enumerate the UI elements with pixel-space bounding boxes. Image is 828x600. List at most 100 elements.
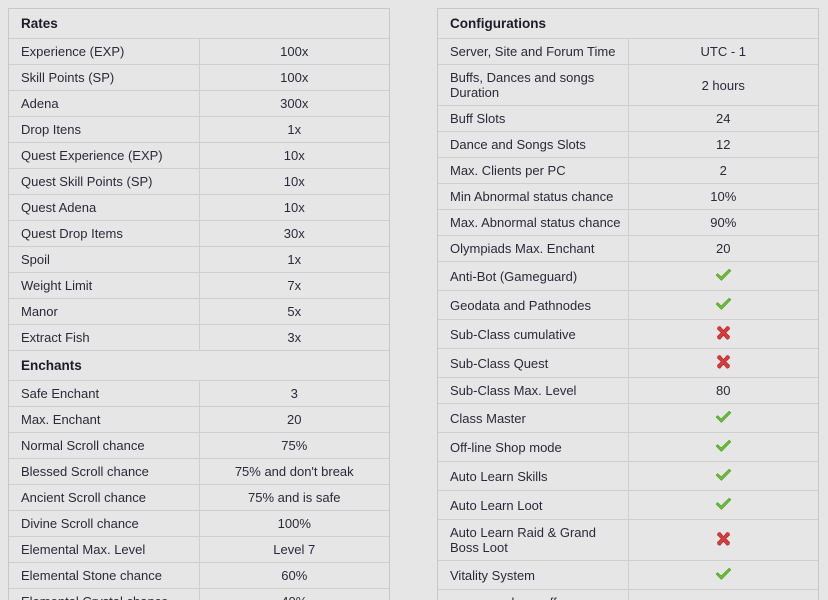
table-row: Divine Scroll chance 100%: [9, 510, 389, 537]
row-value: 2: [628, 157, 818, 184]
row-label: Quest Drop Items: [9, 220, 200, 247]
table-row: Elemental Max. Level Level 7: [9, 536, 389, 563]
row-value: 80: [628, 377, 818, 404]
row-value: 100x: [199, 38, 389, 65]
cross-icon: [714, 325, 732, 341]
row-value: 10%: [628, 183, 818, 210]
table-row: Server, Site and Forum Time UTC - 1: [438, 38, 818, 65]
row-label: Elemental Max. Level: [9, 536, 200, 563]
check-icon: [714, 267, 732, 283]
row-status-icon-cell: [628, 461, 818, 491]
row-label: Manor: [9, 298, 200, 325]
row-value: 60%: [199, 562, 389, 589]
row-label: Vitality System: [438, 560, 629, 590]
table-row: Vitality System: [438, 560, 818, 590]
row-value: 40%: [199, 588, 389, 600]
section-header-row: Enchants: [9, 350, 389, 381]
check-icon: [714, 496, 732, 512]
table-row: Buffs, Dances and songs Duration 2 hours: [438, 64, 818, 106]
table-row: Quest Experience (EXP) 10x: [9, 142, 389, 169]
table-row: Elemental Crystal chance40%: [9, 588, 389, 600]
row-value: 100x: [199, 64, 389, 91]
row-label: Spoil: [9, 246, 200, 273]
row-label: Blessed Scroll chance: [9, 458, 200, 485]
row-value: 20: [199, 406, 389, 433]
table-row: Sub-Class Max. Level 80: [438, 377, 818, 404]
row-status-icon-cell: [628, 490, 818, 520]
row-label: .expon and .expoff commands: [438, 589, 629, 600]
row-value: Level 7: [199, 536, 389, 563]
row-value: 12: [628, 131, 818, 158]
row-value: 20: [628, 235, 818, 262]
cross-icon: [714, 531, 732, 547]
row-value: UTC - 1: [628, 38, 818, 65]
row-status-icon-cell: [628, 261, 818, 291]
table-row: Sub-Class cumulative: [438, 319, 818, 349]
row-label: Sub-Class Quest: [438, 348, 629, 378]
row-value: 300x: [199, 90, 389, 117]
table-row: Max. Enchant 20: [9, 406, 389, 433]
row-status-icon-cell: [628, 589, 818, 600]
row-value: 1x: [199, 116, 389, 143]
row-status-icon-cell: [628, 432, 818, 462]
row-label: Elemental Stone chance: [9, 562, 200, 589]
row-value: 5x: [199, 298, 389, 325]
row-label: Experience (EXP): [9, 38, 200, 65]
row-status-icon-cell: [628, 290, 818, 320]
section-header-row: Rates: [9, 9, 389, 39]
row-label: Auto Learn Skills: [438, 461, 629, 491]
row-label: Max. Clients per PC: [438, 157, 629, 184]
table-row: .expon and .expoff commands: [438, 589, 818, 600]
row-status-icon-cell: [628, 519, 818, 561]
check-icon: [714, 409, 732, 425]
row-label: Anti-Bot (Gameguard): [438, 261, 629, 291]
row-status-icon-cell: [628, 348, 818, 378]
row-label: Ancient Scroll chance: [9, 484, 200, 511]
table-row: Safe Enchant 3: [9, 380, 389, 407]
row-label: Off-line Shop mode: [438, 432, 629, 462]
row-value: 3x: [199, 324, 389, 351]
table-row: Weight Limit 7x: [9, 272, 389, 299]
left-spec-table: Rates Experience (EXP) 100x Skill Points (S…: [9, 9, 389, 600]
row-label: Drop Itens: [9, 116, 200, 143]
row-label: Quest Adena: [9, 194, 200, 221]
table-row: Skill Points (SP) 100x: [9, 64, 389, 91]
row-label: Divine Scroll chance: [9, 510, 200, 537]
row-label: Elemental Crystal chance: [9, 588, 200, 600]
row-label: Auto Learn Raid & Grand Boss Loot: [438, 519, 629, 561]
check-icon: [714, 296, 732, 312]
row-label: Sub-Class Max. Level: [438, 377, 629, 404]
row-value: 10x: [199, 142, 389, 169]
row-label: Class Master: [438, 403, 629, 433]
table-row: Buff Slots 24: [438, 105, 818, 132]
table-row: Anti-Bot (Gameguard): [438, 261, 818, 291]
row-label: Buff Slots: [438, 105, 629, 132]
table-row: Blessed Scroll chance 75% and don't break: [9, 458, 389, 485]
cross-icon: [714, 354, 732, 370]
row-label: Extract Fish: [9, 324, 200, 351]
section-title: Rates: [9, 9, 389, 39]
row-label: Sub-Class cumulative: [438, 319, 629, 349]
table-row: Off-line Shop mode: [438, 432, 818, 462]
row-label: Dance and Songs Slots: [438, 131, 629, 158]
row-label: Server, Site and Forum Time: [438, 38, 629, 65]
table-row: Manor 5x: [9, 298, 389, 325]
row-value: 100%: [199, 510, 389, 537]
row-value: 24: [628, 105, 818, 132]
row-value: 90%: [628, 209, 818, 236]
table-row: Auto Learn Loot: [438, 490, 818, 520]
table-row: Extract Fish 3x: [9, 324, 389, 351]
table-row: Dance and Songs Slots 12: [438, 131, 818, 158]
row-status-icon-cell: [628, 319, 818, 349]
section-header-row: Configurations: [438, 9, 818, 39]
row-label: Max. Enchant: [9, 406, 200, 433]
table-row: Experience (EXP) 100x: [9, 38, 389, 65]
row-value: 10x: [199, 168, 389, 195]
row-value: 75% and don't break: [199, 458, 389, 485]
table-row: Normal Scroll chance 75%: [9, 432, 389, 459]
row-label: Quest Experience (EXP): [9, 142, 200, 169]
table-row: Olympiads Max. Enchant 20: [438, 235, 818, 262]
row-value: 10x: [199, 194, 389, 221]
row-label: Quest Skill Points (SP): [9, 168, 200, 195]
table-row: Auto Learn Skills: [438, 461, 818, 491]
